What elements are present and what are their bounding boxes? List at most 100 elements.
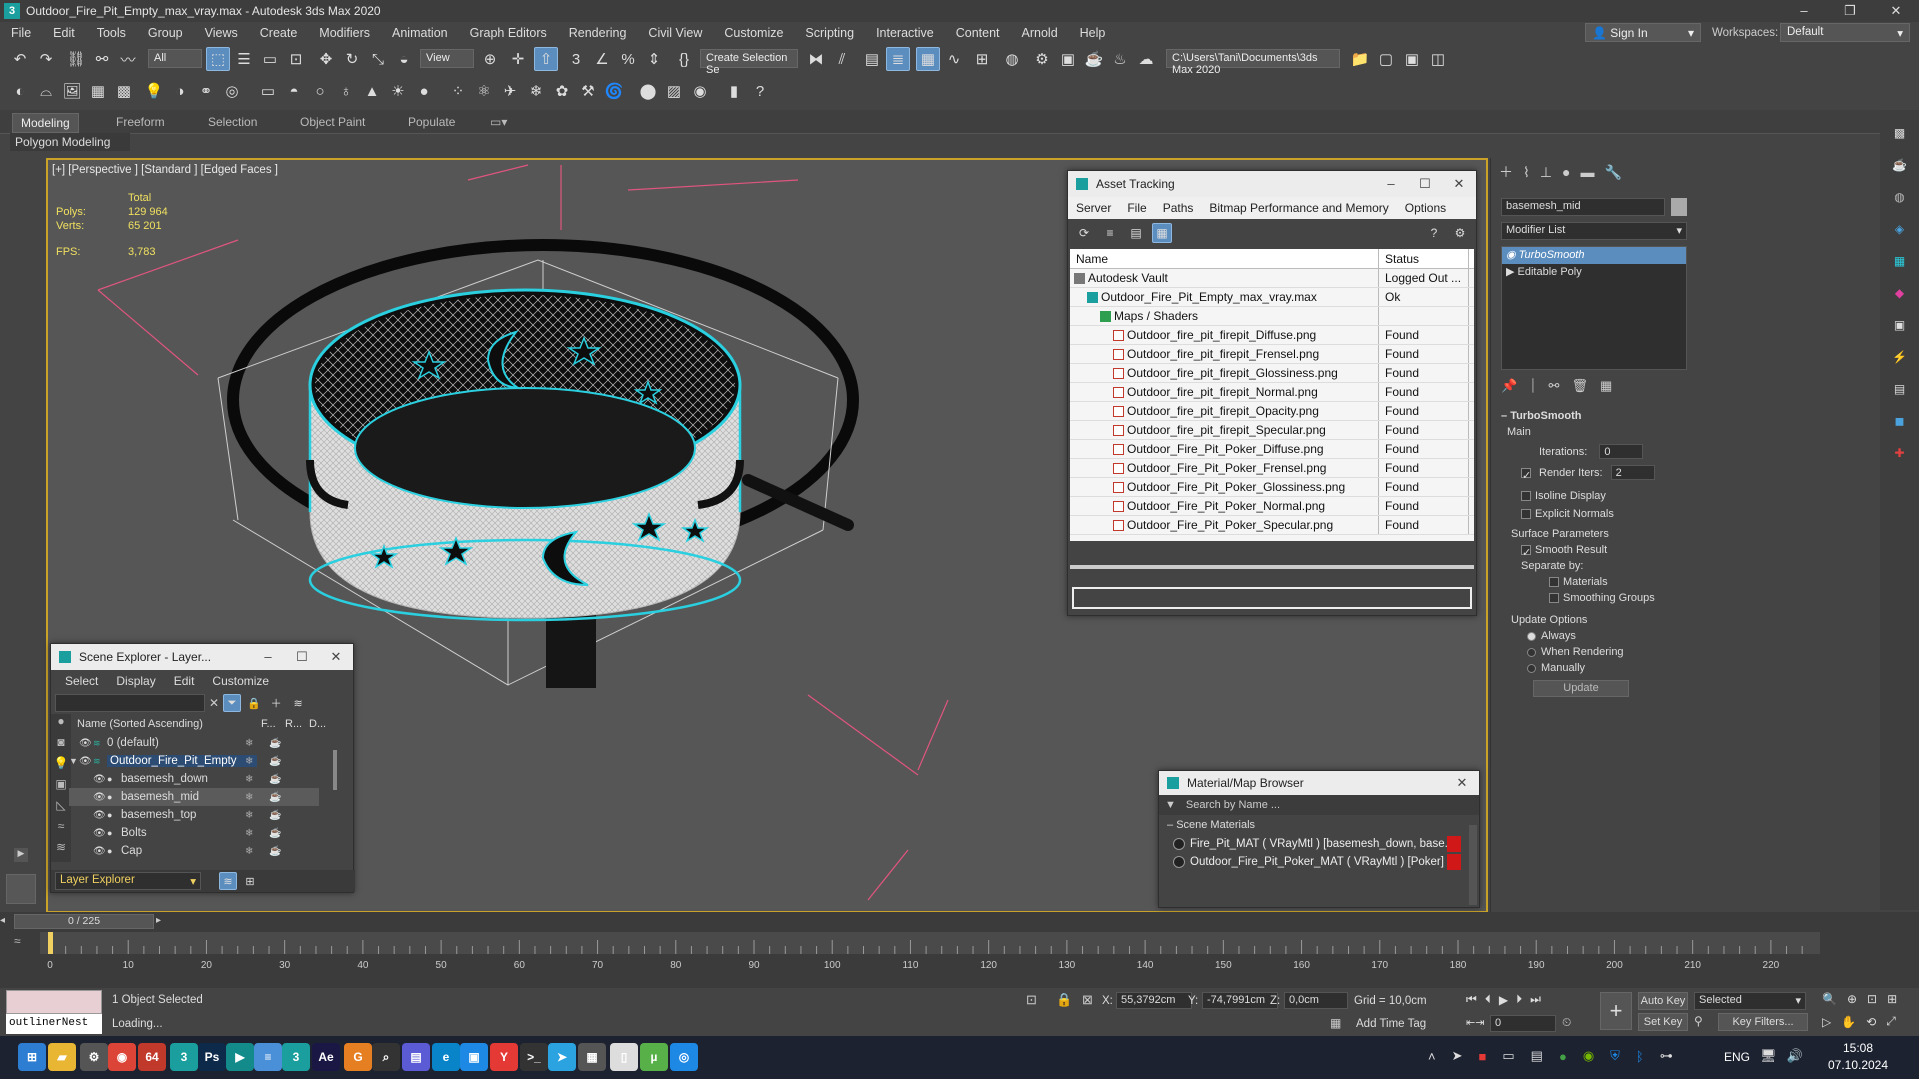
key-filters-button[interactable]: Key Filters... <box>1718 1013 1808 1031</box>
menu-graph-editors[interactable]: Graph Editors <box>459 22 558 44</box>
link-icon[interactable]: ⛓ <box>64 47 88 71</box>
freeze-icon[interactable]: ❄ <box>245 738 253 749</box>
asset-row[interactable]: Maps / Shaders <box>1070 307 1474 326</box>
menu-file[interactable]: File <box>0 22 42 44</box>
keyboard-shortcut-override-icon[interactable]: ⇧ <box>534 47 558 71</box>
snowflake-icon[interactable]: ❄ <box>524 79 548 103</box>
menu-modifiers[interactable]: Modifiers <box>308 22 381 44</box>
modifier-list-dropdown[interactable]: Modifier List ▾ <box>1501 222 1687 240</box>
timeline[interactable]: ◂ 0 / 225 ▸ ≈ 0 10 20 30 40 50 60 70 80 90 100 110 1… <box>0 912 1919 988</box>
menu-animation[interactable]: Animation <box>381 22 459 44</box>
y-coord-field[interactable]: -74,7991cm <box>1202 992 1278 1009</box>
align-icon[interactable]: ⫽ <box>830 47 854 71</box>
pin-explorer-icon[interactable]: ⊞ <box>241 872 259 890</box>
isoline-display-checkbox[interactable] <box>1521 491 1531 502</box>
renderable-icon[interactable]: ☕ <box>269 810 281 821</box>
tray-shield-icon[interactable]: ⛨ <box>1610 1048 1620 1064</box>
select-by-name-icon[interactable]: ☰ <box>232 47 256 71</box>
percent-snap-icon[interactable]: % <box>616 47 640 71</box>
renderable-icon[interactable]: ☕ <box>269 828 281 839</box>
asset-row[interactable]: Outdoor_Fire_Pit_Poker_Specular.png Found <box>1070 516 1474 535</box>
layers-icon[interactable]: ≋ <box>289 694 307 712</box>
rollout-title[interactable]: – TurboSmooth <box>1499 406 1689 426</box>
eye-icon[interactable]: ◉ <box>1506 249 1519 261</box>
network-icon[interactable]: 🖥 <box>1760 1048 1777 1064</box>
zoom-all-icon[interactable]: ⊕ <box>1847 992 1857 1006</box>
material-browser-titlebar[interactable]: Material/Map Browser ✕ <box>1159 771 1479 795</box>
visibility-eye-icon[interactable]: 👁 <box>93 792 107 803</box>
menu-interactive[interactable]: Interactive <box>865 22 945 44</box>
help-icon[interactable]: ? <box>748 79 772 103</box>
material-map-browser-window[interactable]: Material/Map Browser ✕ ▼ Search by Name … <box>1158 770 1480 908</box>
x-coord-field[interactable]: 55,3792cm <box>1116 992 1192 1009</box>
menu-display[interactable]: Display <box>116 674 155 688</box>
telegram-icon[interactable]: ➤ <box>548 1043 576 1071</box>
create-tab-icon[interactable]: ＋ <box>1499 162 1513 182</box>
menu-customize[interactable]: Customize <box>212 674 269 688</box>
light-tool-icon[interactable]: 💡 <box>142 79 166 103</box>
placement-icon[interactable]: ◒ <box>392 47 416 71</box>
selection-lock-icon[interactable]: 🔒 <box>1056 992 1072 1008</box>
visibility-eye-icon[interactable]: 👁 <box>93 774 107 785</box>
close-button[interactable]: ✕ <box>319 649 353 665</box>
display-lights-icon[interactable]: 💡 <box>51 756 71 777</box>
menu-scripting[interactable]: Scripting <box>794 22 865 44</box>
zoom-icon[interactable]: 🔍 <box>1822 992 1837 1006</box>
maximize-viewport-icon[interactable]: ⤢ <box>1886 1014 1896 1029</box>
smooth-result-checkbox[interactable]: ✓ <box>1521 545 1531 559</box>
scene-explorer-row[interactable]: 👁 ● basemesh_top ❄ ☕ <box>69 806 319 824</box>
volume-icon[interactable]: 🔊 <box>1787 1048 1803 1064</box>
iterations-spinner[interactable]: 0 <box>1599 444 1644 459</box>
angle-snap-icon[interactable]: ∠ <box>590 47 614 71</box>
list-view-icon[interactable]: ≡ <box>1100 223 1120 243</box>
expand-icon[interactable]: ▶ <box>1506 266 1518 278</box>
vray-cone-icon[interactable]: ▲ <box>360 79 384 103</box>
stack-item-editable-poly[interactable]: ▶ Editable Poly <box>1502 264 1686 281</box>
play-animation-icon[interactable]: ▶ <box>1499 993 1508 1007</box>
freeze-icon[interactable]: ❄ <box>245 810 253 821</box>
edit-named-selection-icon[interactable]: {} <box>672 47 696 71</box>
material-item[interactable]: Outdoor_Fire_Pit_Poker_MAT ( VRayMtl ) [… <box>1173 853 1461 871</box>
undo-icon[interactable]: ↶ <box>8 47 32 71</box>
close-button[interactable]: ✕ <box>1445 775 1479 791</box>
3dsmax-app-icon[interactable]: 3 <box>4 3 20 19</box>
minimize-button[interactable]: – <box>1781 0 1827 22</box>
next-frame-icon[interactable]: ⏵ <box>1516 992 1522 1007</box>
vray-proxy-icon[interactable]: ◎ <box>220 79 244 103</box>
selection-filter-dropdown[interactable]: All <box>148 49 202 68</box>
asset-row[interactable]: Outdoor_Fire_Pit_Poker_Frensel.png Found <box>1070 459 1474 478</box>
ribbon-options-icon[interactable]: ▭▾ <box>482 113 515 131</box>
lock-icon[interactable]: 🔒 <box>245 694 263 712</box>
vray-render-icon[interactable]: ◉ <box>688 79 712 103</box>
terminal-icon[interactable]: >_ <box>520 1043 548 1071</box>
stack-item-turbosmooth[interactable]: ◉ TurboSmooth <box>1502 247 1686 264</box>
rotate-icon[interactable]: ↻ <box>340 47 364 71</box>
tray-network-icon[interactable]: ⊶ <box>1660 1048 1673 1064</box>
go-to-end-icon[interactable]: ⏭ <box>1530 992 1541 1007</box>
render-iterative-icon[interactable]: ♨ <box>1108 47 1132 71</box>
viewport-layout-1-icon[interactable]: ▢ <box>1374 47 1398 71</box>
settings-icon[interactable]: ⚙ <box>80 1043 108 1071</box>
key-mode-icon[interactable]: ⇤⇥ <box>1466 1016 1484 1029</box>
calculator-icon[interactable]: ▦ <box>578 1043 606 1071</box>
torrent-icon[interactable]: µ <box>640 1043 668 1071</box>
panel-icon[interactable]: ▤ <box>1890 382 1910 402</box>
vray-frame-buffer-icon[interactable]: ▨ <box>662 79 686 103</box>
menu-paths[interactable]: Paths <box>1155 201 1202 215</box>
clock-time[interactable]: 15:08 <box>1826 1041 1890 1055</box>
asset-row[interactable]: Outdoor_Fire_Pit_Poker_Diffuse.png Found <box>1070 440 1474 459</box>
menu-server[interactable]: Server <box>1068 201 1119 215</box>
vray-sphere-icon[interactable]: ◑ <box>168 79 192 103</box>
filter-icon[interactable]: ⏷ <box>223 694 242 712</box>
select-manipulate-icon[interactable]: ✛ <box>506 47 530 71</box>
ribbon-panel-polygon-modeling[interactable]: Polygon Modeling <box>10 133 130 151</box>
physical-camera-icon[interactable]: ✈ <box>498 79 522 103</box>
wand-icon[interactable]: ⚡ <box>1890 350 1910 370</box>
scene-explorer-titlebar[interactable]: Scene Explorer - Layer... – ☐ ✕ <box>51 644 353 670</box>
show-end-result-icon[interactable]: ⏐ <box>1529 378 1536 394</box>
render-setup-icon[interactable]: ⚙ <box>1030 47 1054 71</box>
renderable-icon[interactable]: ☕ <box>269 774 281 785</box>
hammer-icon[interactable]: ⚒ <box>576 79 600 103</box>
clock-date[interactable]: 07.10.2024 <box>1822 1058 1894 1072</box>
render-cloud-icon[interactable]: ☁ <box>1134 47 1158 71</box>
